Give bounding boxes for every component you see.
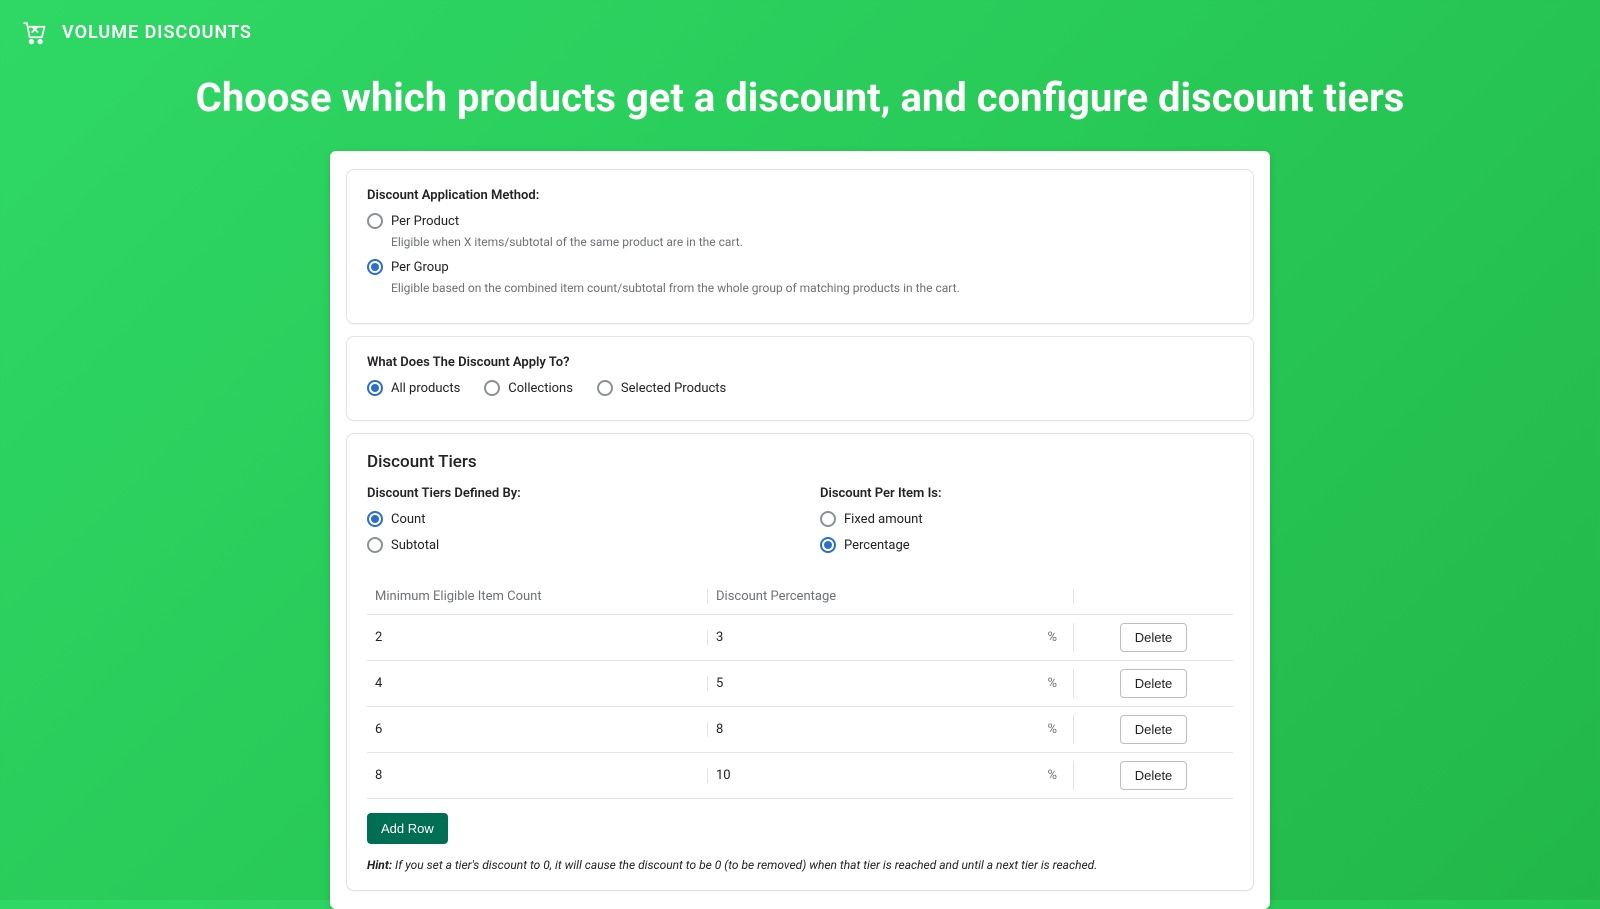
per-item-col: Discount Per Item Is: Fixed amount Perce… bbox=[820, 486, 1233, 563]
radio-label: Collections bbox=[508, 381, 573, 396]
cell-count[interactable]: 2 bbox=[367, 630, 707, 645]
cell-discount[interactable]: 10 % bbox=[707, 768, 1073, 783]
radio-count[interactable]: Count bbox=[367, 511, 780, 527]
hint-body: If you set a tier's discount to 0, it wi… bbox=[392, 858, 1097, 872]
delete-button[interactable]: Delete bbox=[1120, 669, 1188, 698]
radio-label: Subtotal bbox=[391, 538, 439, 553]
cell-action: Delete bbox=[1073, 761, 1233, 790]
table-row: 6 8 % Delete bbox=[367, 707, 1233, 753]
th-action bbox=[1073, 589, 1233, 604]
page-title: Choose which products get a discount, an… bbox=[0, 74, 1600, 121]
th-count: Minimum Eligible Item Count bbox=[367, 589, 707, 604]
hint-label: Hint: bbox=[367, 858, 392, 872]
per-group-desc: Eligible based on the combined item coun… bbox=[391, 281, 1233, 295]
radio-icon bbox=[367, 537, 383, 553]
cell-action: Delete bbox=[1073, 715, 1233, 744]
cell-action: Delete bbox=[1073, 669, 1233, 698]
radio-percentage[interactable]: Percentage bbox=[820, 537, 1233, 553]
radio-subtotal[interactable]: Subtotal bbox=[367, 537, 780, 553]
defined-by-label: Discount Tiers Defined By: bbox=[367, 486, 780, 501]
radio-all-products[interactable]: All products bbox=[367, 380, 460, 396]
radio-icon bbox=[367, 511, 383, 527]
radio-icon bbox=[597, 380, 613, 396]
radio-label: Fixed amount bbox=[844, 512, 923, 527]
radio-selected-products[interactable]: Selected Products bbox=[597, 380, 726, 396]
radio-per-group[interactable]: Per Group bbox=[367, 259, 1233, 275]
table-row: 4 5 % Delete bbox=[367, 661, 1233, 707]
method-label: Discount Application Method: bbox=[367, 188, 1233, 203]
tiers-title: Discount Tiers bbox=[367, 452, 1233, 472]
cell-count[interactable]: 4 bbox=[367, 676, 707, 691]
th-discount: Discount Percentage bbox=[707, 589, 1073, 604]
discount-value: 10 bbox=[716, 768, 731, 783]
per-product-desc: Eligible when X items/subtotal of the sa… bbox=[391, 235, 1233, 249]
apply-to-group: All products Collections Selected Produc… bbox=[367, 380, 1233, 402]
apply-to-panel: What Does The Discount Apply To? All pro… bbox=[346, 336, 1254, 421]
radio-icon bbox=[367, 259, 383, 275]
header: VOLUME DISCOUNTS bbox=[0, 0, 1600, 64]
radio-icon bbox=[820, 537, 836, 553]
radio-collections[interactable]: Collections bbox=[484, 380, 573, 396]
radio-label: All products bbox=[391, 381, 460, 396]
brand-name: VOLUME DISCOUNTS bbox=[62, 22, 252, 43]
cell-discount[interactable]: 5 % bbox=[707, 676, 1073, 691]
cell-count[interactable]: 8 bbox=[367, 768, 707, 783]
delete-button[interactable]: Delete bbox=[1120, 715, 1188, 744]
config-card: Discount Application Method: Per Product… bbox=[330, 151, 1270, 909]
discount-unit: % bbox=[1047, 630, 1057, 645]
cell-action: Delete bbox=[1073, 623, 1233, 652]
tiers-panel: Discount Tiers Discount Tiers Defined By… bbox=[346, 433, 1254, 891]
radio-label: Selected Products bbox=[621, 381, 726, 396]
cell-count[interactable]: 6 bbox=[367, 722, 707, 737]
radio-label: Count bbox=[391, 512, 425, 527]
table-row: 2 3 % Delete bbox=[367, 615, 1233, 661]
tiers-table-header: Minimum Eligible Item Count Discount Per… bbox=[367, 579, 1233, 615]
hint-text: Hint: If you set a tier's discount to 0,… bbox=[367, 858, 1233, 872]
defined-by-col: Discount Tiers Defined By: Count Subtota… bbox=[367, 486, 780, 563]
table-row: 8 10 % Delete bbox=[367, 753, 1233, 799]
radio-icon bbox=[820, 511, 836, 527]
radio-label: Percentage bbox=[844, 538, 910, 553]
radio-icon bbox=[367, 213, 383, 229]
delete-button[interactable]: Delete bbox=[1120, 761, 1188, 790]
radio-fixed-amount[interactable]: Fixed amount bbox=[820, 511, 1233, 527]
discount-unit: % bbox=[1047, 676, 1057, 691]
delete-button[interactable]: Delete bbox=[1120, 623, 1188, 652]
radio-icon bbox=[367, 380, 383, 396]
cart-discount-icon bbox=[20, 18, 48, 46]
discount-value: 5 bbox=[716, 676, 723, 691]
discount-unit: % bbox=[1047, 768, 1057, 783]
radio-label: Per Product bbox=[391, 214, 459, 229]
method-panel: Discount Application Method: Per Product… bbox=[346, 169, 1254, 324]
radio-label: Per Group bbox=[391, 260, 449, 275]
per-item-label: Discount Per Item Is: bbox=[820, 486, 1233, 501]
radio-per-product[interactable]: Per Product bbox=[367, 213, 1233, 229]
discount-value: 8 bbox=[716, 722, 723, 737]
tiers-config-cols: Discount Tiers Defined By: Count Subtota… bbox=[367, 486, 1233, 563]
discount-unit: % bbox=[1047, 722, 1057, 737]
discount-value: 3 bbox=[716, 630, 723, 645]
tiers-table: Minimum Eligible Item Count Discount Per… bbox=[367, 579, 1233, 799]
radio-icon bbox=[484, 380, 500, 396]
apply-to-label: What Does The Discount Apply To? bbox=[367, 355, 1233, 370]
add-row-button[interactable]: Add Row bbox=[367, 813, 448, 844]
cell-discount[interactable]: 8 % bbox=[707, 722, 1073, 737]
cell-discount[interactable]: 3 % bbox=[707, 630, 1073, 645]
